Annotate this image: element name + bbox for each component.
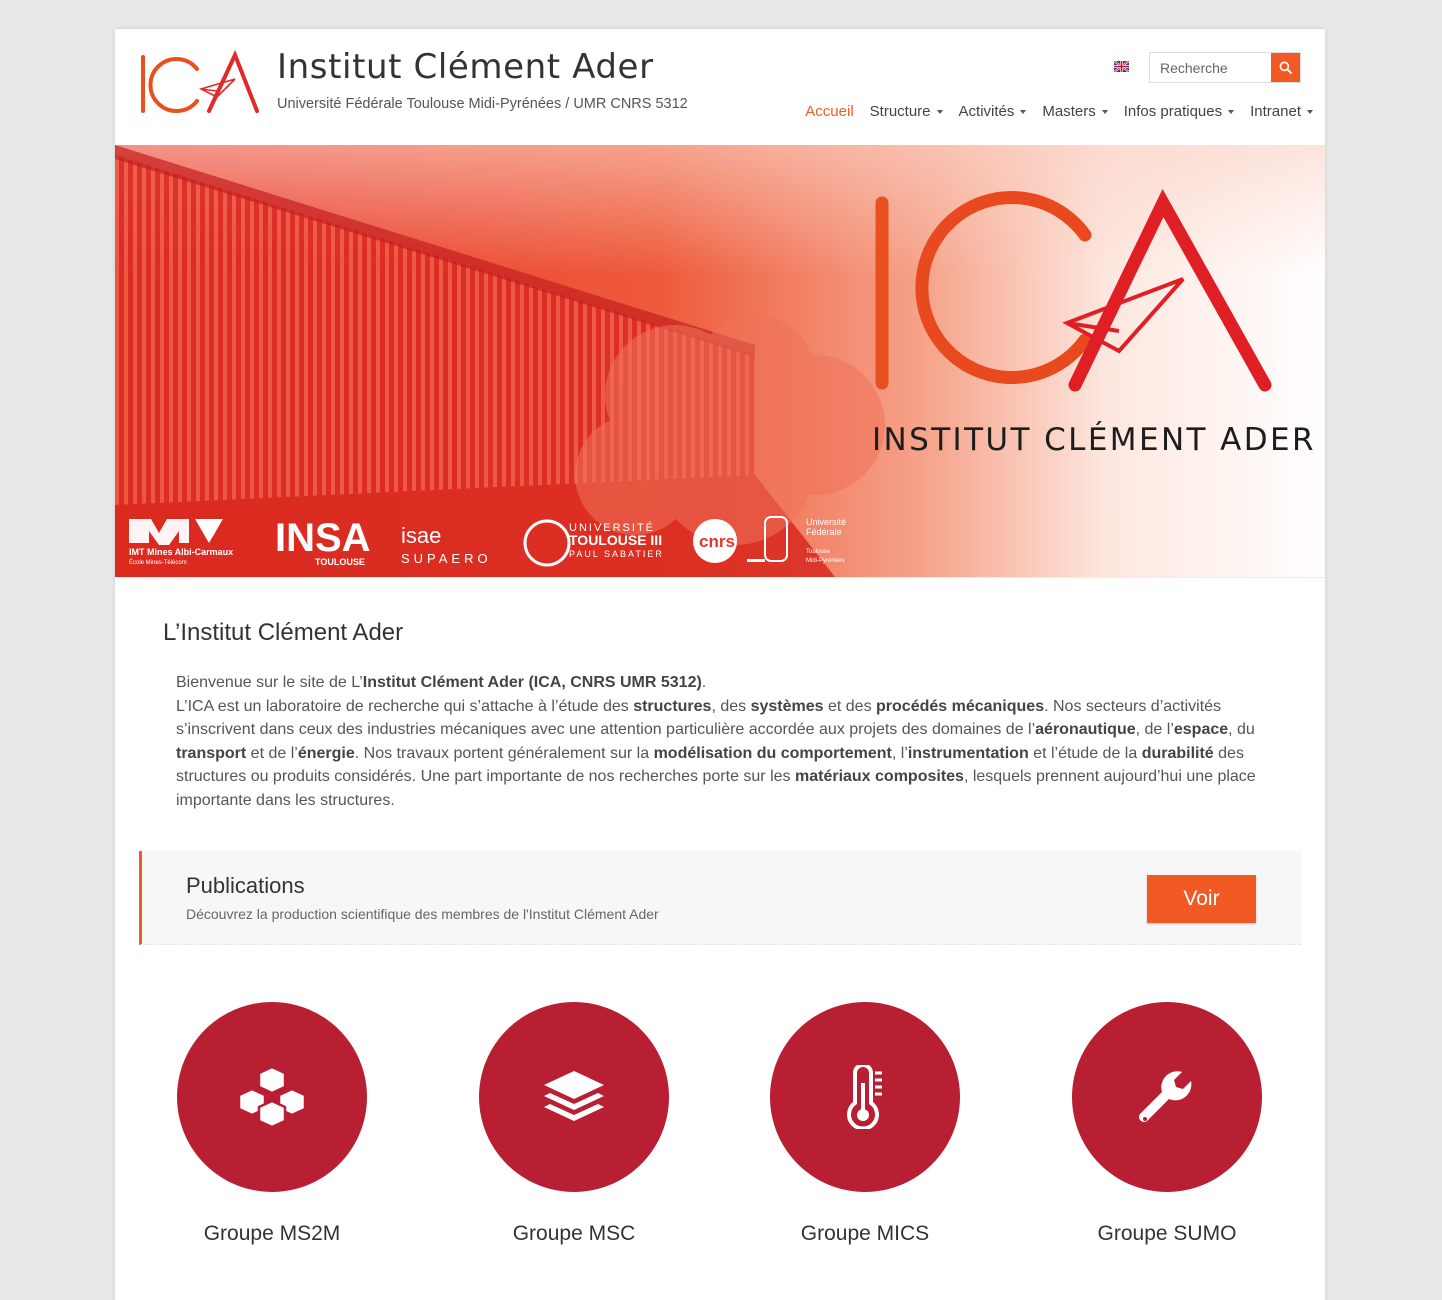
caret-down-icon [1307, 109, 1313, 114]
group-mics: Groupe MICS [765, 1002, 965, 1246]
bold-text: systèmes [750, 697, 824, 715]
group-label[interactable]: Groupe MS2M [172, 1222, 372, 1246]
nav-label: Accueil [805, 103, 854, 120]
group-mics-button[interactable] [770, 1002, 960, 1192]
group-sumo: Groupe SUMO [1067, 1002, 1267, 1246]
bold-text: matériaux composites [794, 768, 964, 786]
nav-label: Intranet [1250, 103, 1301, 120]
partner-ut3-line2: TOULOUSE III [569, 532, 662, 548]
text: et des [823, 697, 877, 715]
page-container: Institut Clément Ader Université Fédéral… [115, 29, 1325, 1300]
search-form [1149, 52, 1301, 83]
partner-cnrs-text: cnrs [699, 532, 735, 551]
bold-text: modélisation du comportement [653, 744, 892, 762]
site-description: Université Fédérale Toulouse Midi-Pyréné… [277, 96, 688, 112]
cubes-icon [237, 1065, 307, 1129]
bold-text: espace [1173, 721, 1229, 739]
partner-supaero-text: SUPAERO [401, 551, 492, 566]
partner-insa-subtext: TOULOUSE [315, 557, 365, 567]
search-input[interactable] [1150, 53, 1271, 82]
partner-uftmp-line1: Université [806, 517, 846, 527]
wrench-icon [1139, 1071, 1192, 1122]
search-button[interactable] [1271, 53, 1300, 82]
intro-welcome: Bienvenue sur le site de L’Institut Clém… [176, 671, 1266, 695]
text: , des [711, 697, 751, 715]
layers-icon [544, 1071, 604, 1121]
hero-image: cnrs IMT Mines Albi-Carmaux École Mines-… [115, 145, 1325, 577]
group-label[interactable]: Groupe SUMO [1067, 1222, 1267, 1246]
nav-item-activites[interactable]: Activités [959, 103, 1027, 120]
partner-imt-subtext: École Mines-Télécom [129, 559, 187, 566]
intro-text: Bienvenue sur le site de L’Institut Clém… [176, 671, 1266, 813]
text: , de l’ [1135, 721, 1174, 739]
nav-item-masters[interactable]: Masters [1042, 103, 1108, 120]
bold-text: procédés mécaniques [876, 697, 1045, 715]
group-msc: Groupe MSC [474, 1002, 674, 1246]
main-nav: Accueil Structure Activités Masters Info… [789, 103, 1313, 120]
group-msc-button[interactable] [479, 1002, 669, 1192]
nav-label: Structure [869, 103, 931, 120]
caret-down-icon [1020, 109, 1027, 114]
intro-description: L’ICA est un laboratoire de recherche qu… [176, 695, 1266, 813]
bold-text: transport [176, 744, 247, 762]
text: Bienvenue sur le site de L’ [176, 674, 363, 691]
text: L’ICA est un laboratoire de recherche qu… [176, 697, 634, 715]
text: . Nos travaux portent généralement sur l… [354, 744, 654, 762]
partner-uftmp-line4: Midi-Pyrénées [806, 558, 844, 564]
publications-voir-button[interactable]: Voir [1147, 875, 1256, 923]
bold-text: durabilité [1141, 744, 1214, 762]
text: et l’étude de la [1028, 744, 1142, 762]
caret-down-icon [1101, 109, 1108, 114]
bold-text: aéronautique [1035, 721, 1136, 739]
text: et de l’ [246, 744, 298, 762]
caret-down-icon [936, 109, 943, 114]
hero-brand-title: INSTITUT CLÉMENT ADER [872, 422, 1316, 458]
ica-logo[interactable] [139, 49, 263, 119]
partner-isae-text: isae [401, 523, 441, 548]
publications-title: Publications [186, 873, 305, 898]
group-ms2m-button[interactable] [177, 1002, 367, 1192]
text: , du [1228, 721, 1255, 739]
group-label[interactable]: Groupe MSC [474, 1222, 674, 1246]
nav-item-intranet[interactable]: Intranet [1250, 103, 1313, 120]
bold-text: Institut Clément Ader (ICA, CNRS UMR 531… [362, 674, 702, 691]
nav-label: Activités [958, 103, 1015, 120]
thermometer-icon [847, 1065, 882, 1129]
bold-text: énergie [297, 744, 355, 762]
partner-insa-text: INSA [275, 516, 371, 560]
nav-item-structure[interactable]: Structure [870, 103, 943, 120]
partner-uftmp-line2: Fédérale [806, 527, 842, 537]
intro-title: L’Institut Clément Ader [163, 619, 404, 646]
group-label[interactable]: Groupe MICS [765, 1222, 965, 1246]
publications-description: Découvrez la production scientifique des… [186, 906, 659, 922]
partner-ut3-line3: PAUL SABATIER [569, 549, 664, 559]
search-icon [1279, 61, 1292, 74]
group-ms2m: Groupe MS2M [172, 1002, 372, 1246]
group-sumo-button[interactable] [1072, 1002, 1262, 1192]
publications-callout: Publications Découvrez la production sci… [139, 851, 1301, 945]
partner-imt-text: IMT Mines Albi-Carmaux [129, 547, 233, 557]
nav-label: Infos pratiques [1123, 103, 1223, 120]
site-title[interactable]: Institut Clément Ader [277, 47, 654, 87]
nav-item-infos-pratiques[interactable]: Infos pratiques [1123, 103, 1235, 120]
divider [115, 577, 1325, 578]
hero-banner: cnrs IMT Mines Albi-Carmaux École Mines-… [115, 145, 1325, 577]
nav-label: Masters [1042, 103, 1096, 120]
caret-down-icon [1228, 109, 1235, 114]
text: . [701, 674, 707, 691]
uk-flag-icon[interactable] [1114, 61, 1129, 72]
nav-item-accueil[interactable]: Accueil [805, 103, 853, 120]
partner-uftmp-line3: Toulouse [806, 549, 831, 555]
bold-text: structures [633, 697, 712, 715]
text: , l’ [891, 744, 908, 762]
bold-text: instrumentation [907, 744, 1029, 762]
